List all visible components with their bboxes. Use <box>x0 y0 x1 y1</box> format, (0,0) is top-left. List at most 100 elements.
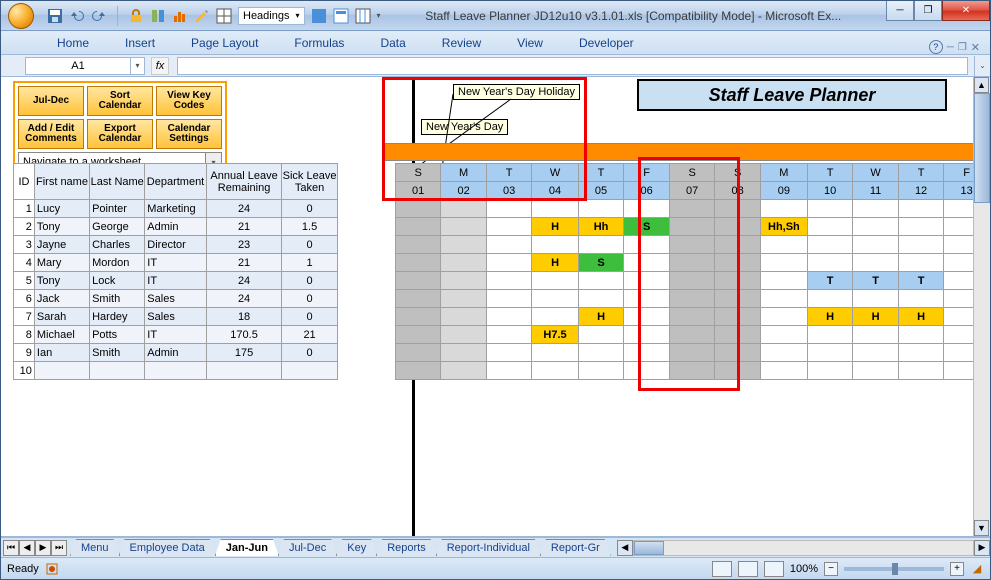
calendar-settings-button[interactable]: Calendar Settings <box>156 119 222 149</box>
cal-cell[interactable] <box>532 200 578 218</box>
cal-cell[interactable]: H <box>807 308 853 326</box>
cal-cell[interactable] <box>441 218 487 236</box>
cal-cell[interactable] <box>395 272 441 290</box>
vertical-scrollbar[interactable]: ▲ ▼ <box>973 77 990 536</box>
cal-cell[interactable]: H <box>532 218 578 236</box>
resize-grip-icon[interactable]: ◢ <box>970 562 984 575</box>
cal-cell[interactable] <box>898 254 944 272</box>
chart-icon[interactable] <box>172 8 188 24</box>
cal-cell[interactable] <box>624 362 670 380</box>
cal-cell[interactable]: T <box>898 272 944 290</box>
cal-cell[interactable] <box>578 344 624 362</box>
vscroll-thumb[interactable] <box>974 93 990 203</box>
cal-cell[interactable] <box>853 236 898 254</box>
cal-cell[interactable] <box>669 272 715 290</box>
fx-button[interactable]: fx <box>151 57 169 75</box>
cal-cell[interactable] <box>715 272 761 290</box>
hscroll-thumb[interactable] <box>634 541 664 555</box>
cal-cell[interactable] <box>669 308 715 326</box>
cal-cell[interactable] <box>486 200 532 218</box>
cal-cell[interactable] <box>853 218 898 236</box>
minimize-button[interactable]: ─ <box>886 1 914 21</box>
cal-cell[interactable] <box>853 254 898 272</box>
cal-cell[interactable] <box>395 218 441 236</box>
tab-data[interactable]: Data <box>372 32 413 54</box>
cal-cell[interactable] <box>760 290 807 308</box>
cal-cell[interactable] <box>532 290 578 308</box>
cal-cell[interactable] <box>441 200 487 218</box>
sheet-tab[interactable]: Reports <box>376 539 437 556</box>
cal-cell[interactable] <box>441 236 487 254</box>
cal-cell[interactable] <box>898 362 944 380</box>
cal-cell[interactable] <box>669 254 715 272</box>
cal-cell[interactable]: Hh <box>578 218 624 236</box>
cal-cell[interactable] <box>715 308 761 326</box>
zoom-slider[interactable] <box>844 567 944 571</box>
cal-cell[interactable] <box>486 362 532 380</box>
cal-cell[interactable] <box>441 344 487 362</box>
cal-cell[interactable] <box>760 254 807 272</box>
tab-nav-prev-icon[interactable]: ◀ <box>19 540 35 556</box>
cal-cell[interactable] <box>578 290 624 308</box>
tab-view[interactable]: View <box>509 32 551 54</box>
cal-cell[interactable] <box>807 290 853 308</box>
cal-cell[interactable] <box>760 200 807 218</box>
cal-cell[interactable] <box>669 362 715 380</box>
cal-cell[interactable] <box>807 344 853 362</box>
cal-cell[interactable] <box>760 362 807 380</box>
cal-cell[interactable] <box>715 218 761 236</box>
cal-cell[interactable] <box>486 272 532 290</box>
add-edit-comments-button[interactable]: Add / Edit Comments <box>18 119 84 149</box>
cal-cell[interactable] <box>669 290 715 308</box>
cal-cell[interactable] <box>578 362 624 380</box>
tools-icon[interactable] <box>150 8 166 24</box>
cal-cell[interactable] <box>395 308 441 326</box>
cal-cell[interactable] <box>395 362 441 380</box>
cal-cell[interactable] <box>532 362 578 380</box>
cal-cell[interactable] <box>395 326 441 344</box>
tab-developer[interactable]: Developer <box>571 32 642 54</box>
cal-cell[interactable] <box>715 254 761 272</box>
cal-cell[interactable] <box>578 326 624 344</box>
cal-cell[interactable] <box>898 290 944 308</box>
juldec-button[interactable]: Jul-Dec <box>18 86 84 116</box>
cal-cell[interactable] <box>807 200 853 218</box>
cal-cell[interactable]: Hh,Sh <box>760 218 807 236</box>
cal-cell[interactable] <box>853 344 898 362</box>
sheet-tab[interactable]: Menu <box>70 539 120 556</box>
cal-cell[interactable]: H7.5 <box>532 326 578 344</box>
cal-cell[interactable] <box>441 362 487 380</box>
sheet-tab[interactable]: Employee Data <box>119 539 216 556</box>
cal-cell[interactable] <box>486 326 532 344</box>
cal-cell[interactable] <box>669 326 715 344</box>
cal-cell[interactable]: H <box>853 308 898 326</box>
cal-cell[interactable] <box>441 326 487 344</box>
cal-cell[interactable]: T <box>853 272 898 290</box>
cal-cell[interactable] <box>715 344 761 362</box>
cal-cell[interactable] <box>807 236 853 254</box>
cal-cell[interactable] <box>715 362 761 380</box>
view-layout-button[interactable] <box>738 561 758 577</box>
name-box[interactable]: A1 ▾ <box>25 57 145 75</box>
horizontal-scrollbar[interactable]: ◀ ▶ <box>617 540 990 556</box>
scroll-down-icon[interactable]: ▼ <box>974 520 989 536</box>
cal-cell[interactable] <box>532 344 578 362</box>
cal-cell[interactable] <box>441 308 487 326</box>
cal-cell[interactable]: T <box>807 272 853 290</box>
cal-cell[interactable] <box>624 200 670 218</box>
edit-icon[interactable] <box>194 8 210 24</box>
cal-cell[interactable] <box>441 290 487 308</box>
cal-cell[interactable] <box>807 254 853 272</box>
cal-cell[interactable] <box>624 254 670 272</box>
name-box-dropdown-icon[interactable]: ▾ <box>130 58 144 74</box>
cal-cell[interactable] <box>624 344 670 362</box>
cal-cell[interactable]: H <box>898 308 944 326</box>
cal-cell[interactable] <box>760 344 807 362</box>
cal-cell[interactable] <box>395 236 441 254</box>
cal-cell[interactable] <box>578 200 624 218</box>
export-calendar-button[interactable]: Export Calendar <box>87 119 153 149</box>
cal-cell[interactable]: H <box>532 254 578 272</box>
cal-cell[interactable] <box>532 308 578 326</box>
cal-cell[interactable] <box>760 326 807 344</box>
cal-cell[interactable] <box>395 344 441 362</box>
